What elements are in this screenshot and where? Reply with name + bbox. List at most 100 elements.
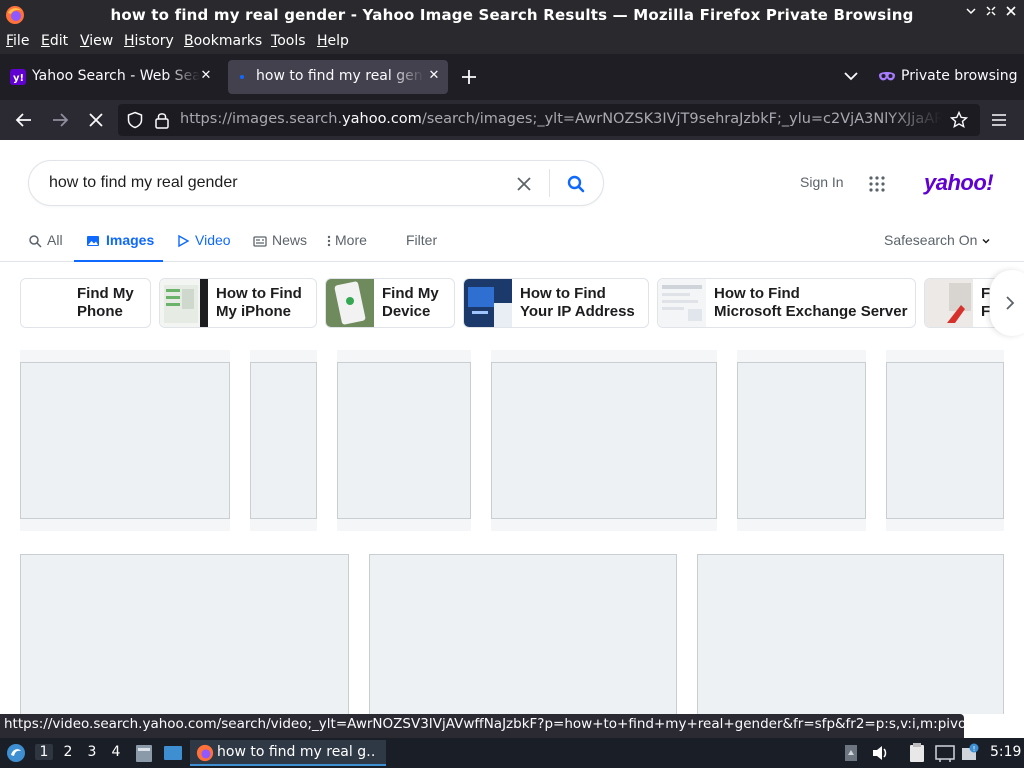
clock: 5:19 [990,744,1022,760]
firefox-icon [196,744,214,762]
chip-label: Find My Device [382,285,439,320]
chip-find-my-device[interactable]: Find My Device [325,278,455,328]
menu-edit[interactable]: Edit [41,33,68,49]
related-searches: Find My Phone How to Find My iPhone Find M… [0,278,1024,328]
minimize-icon[interactable] [962,5,980,23]
search-input[interactable] [49,172,489,194]
image-result[interactable] [491,362,717,519]
chevron-down-icon[interactable] [842,67,860,85]
private-browsing-label: Private browsing [901,68,1018,84]
window-titlebar: how to find my real gender - Yahoo Image… [0,0,1024,30]
search-divider [549,169,550,197]
news-icon [253,236,267,247]
taskbar-firefox-window[interactable]: how to find my real g… [190,740,386,766]
chip-label: How to Find My iPhone [216,285,302,320]
chip-label: How to Find Microsoft Exchange Server [714,285,908,320]
close-window-icon[interactable] [1002,5,1020,23]
lock-icon[interactable] [154,111,170,129]
play-icon [178,234,190,248]
yahoo-favicon-icon: y! [10,69,26,85]
new-tab-icon[interactable] [458,66,480,88]
chip-label: How to Find Your IP Address [520,285,635,320]
loading-dot-icon [240,75,244,79]
close-tab-icon[interactable]: ✕ [198,68,214,84]
hamburger-menu-icon[interactable] [990,111,1008,129]
image-result[interactable] [697,554,1004,714]
chip-thumbnail [326,279,374,327]
image-result[interactable] [737,362,866,519]
workspace-3[interactable]: 3 [83,744,101,760]
workspace-2[interactable]: 2 [59,744,77,760]
sign-in-link[interactable]: Sign In [800,174,844,190]
clipboard-icon[interactable] [906,742,928,764]
stop-loading-icon[interactable] [84,108,108,132]
menu-tools[interactable]: Tools [271,33,306,49]
forward-arrow-icon[interactable] [48,108,72,132]
chip-thumbnail [925,279,973,327]
tab-yahoo-search[interactable]: y! Yahoo Search - Web Search ✕ [4,60,220,94]
volume-up-arrow-icon[interactable] [844,742,858,764]
menu-history[interactable]: History [124,33,174,49]
tab-all[interactable]: All [28,232,68,262]
clear-search-icon[interactable] [515,175,533,193]
workspace-1[interactable]: 1 [35,744,53,760]
show-desktop-icon[interactable] [162,742,184,764]
menu-help[interactable]: Help [317,33,349,49]
menu-bar: File Edit View History Bookmarks Tools H… [0,30,1024,54]
search-icon[interactable] [566,174,586,194]
chip-thumbnail [160,279,208,327]
chip-thumbnail [658,279,706,327]
tab-more[interactable]: More [326,232,372,262]
notification-icon[interactable]: ! [960,742,980,764]
image-result[interactable] [20,362,230,519]
window-title: how to find my real gender - Yahoo Image… [110,6,914,24]
status-link-preview: https://video.search.yahoo.com/search/vi… [0,714,964,738]
svg-text:y!: y! [13,73,24,84]
speaker-icon[interactable] [870,742,890,764]
tab-video[interactable]: Video [176,232,232,262]
maximize-icon[interactable] [982,5,1000,23]
back-arrow-icon[interactable] [12,108,36,132]
chip-find-my-phone[interactable]: Find My Phone [20,278,151,328]
apps-grid-icon[interactable] [868,175,886,193]
tab-image-search[interactable]: how to find my real gender ✕ [228,60,448,94]
tab-news[interactable]: News [253,232,309,262]
tab-strip: y! Yahoo Search - Web Search ✕ how to fi… [0,54,1024,100]
menu-view[interactable]: View [80,33,113,49]
image-result[interactable] [369,554,677,714]
url-bar[interactable]: https://images.search.yahoo.com/search/i… [118,104,980,136]
tab-label: how to find my real gender [256,68,424,84]
start-menu-icon[interactable] [5,742,27,764]
menu-bookmarks[interactable]: Bookmarks [184,33,262,49]
safesearch-dropdown[interactable]: Safesearch On [884,232,991,248]
tab-images[interactable]: Images [74,232,163,262]
file-manager-icon[interactable] [134,742,154,764]
more-dots-icon [327,235,331,247]
menu-file[interactable]: File [6,33,29,49]
search-box [28,160,604,206]
image-result[interactable] [886,362,1004,519]
chip-find-ip-address[interactable]: How to Find Your IP Address [463,278,649,328]
url-text[interactable]: https://images.search.yahoo.com/search/i… [180,111,942,127]
chip-thumbnail [464,279,512,327]
network-icon[interactable] [934,742,956,764]
yahoo-logo[interactable]: yahoo! [924,170,994,196]
filter-button[interactable]: Filter [406,232,446,262]
private-mask-icon [879,72,895,81]
image-result[interactable] [20,554,349,714]
chip-label: Find My Phone [77,285,134,320]
tab-label: Yahoo Search - Web Search [32,68,200,84]
chip-find-my-iphone[interactable]: How to Find My iPhone [159,278,317,328]
page-content: Sign In yahoo! All Images [0,140,1024,714]
tracking-shield-icon[interactable] [126,111,144,129]
workspace-4[interactable]: 4 [107,744,125,760]
chevron-right-icon [1006,296,1015,310]
image-result[interactable] [250,362,317,519]
close-tab-icon[interactable]: ✕ [426,68,442,84]
navigation-toolbar: https://images.search.yahoo.com/search/i… [0,100,1024,140]
chip-find-exchange-server[interactable]: How to Find Microsoft Exchange Server [657,278,916,328]
bookmark-star-icon[interactable] [950,111,968,129]
chips-next-button[interactable] [990,270,1024,336]
search-icon [29,235,42,248]
image-result[interactable] [337,362,471,519]
